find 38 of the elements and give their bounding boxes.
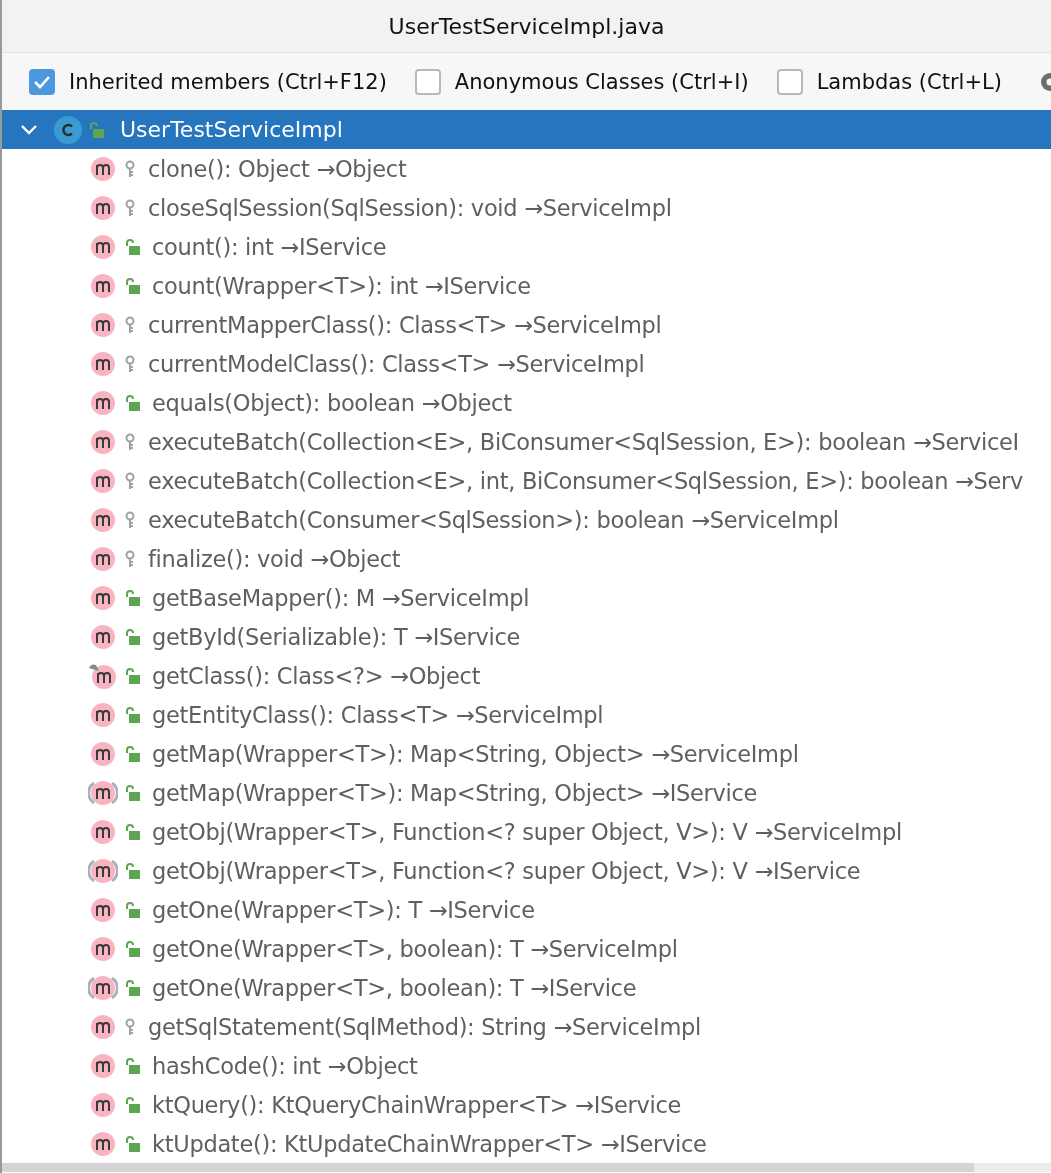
check-icon bbox=[33, 74, 51, 89]
member-name[interactable]: ktQuery(): KtQueryChainWrapper<T> →IService bbox=[152, 1091, 682, 1118]
checkbox-label: Lambdas (Ctrl+L) bbox=[816, 69, 1002, 94]
member-name[interactable]: closeSqlSession(SqlSession): void →ServiceImpl bbox=[148, 194, 672, 221]
member-name[interactable]: getEntityClass(): Class<T> →ServiceImpl bbox=[152, 701, 604, 728]
member-name[interactable]: count(Wrapper<T>): int →IService bbox=[152, 272, 531, 299]
checkbox[interactable] bbox=[414, 68, 441, 95]
member-name[interactable]: executeBatch(Consumer<SqlSession>): boolean →ServiceImpl bbox=[148, 506, 839, 533]
chevron-down-icon bbox=[20, 123, 38, 136]
member-name[interactable]: getOne(Wrapper<T>, boolean): T →ServiceImpl bbox=[152, 935, 678, 962]
member-name[interactable]: getMap(Wrapper<T>): Map<String, Object> →ServiceImpl bbox=[152, 740, 799, 767]
member-name[interactable]: getObj(Wrapper<T>, Function<? super Object, V>): V →ServiceImpl bbox=[152, 818, 902, 845]
member-name[interactable]: getById(Serializable): T →IService bbox=[152, 623, 521, 650]
window-title: UserTestServiceImpl.java bbox=[2, 0, 1051, 53]
class-icon bbox=[54, 115, 82, 144]
member-name[interactable]: getOne(Wrapper<T>, boolean): T →IService bbox=[152, 974, 637, 1001]
member-name[interactable]: getClass(): Class<?> →Object bbox=[152, 662, 481, 689]
member-name[interactable]: hashCode(): int →Object bbox=[152, 1052, 418, 1079]
member-name[interactable]: getSqlStatement(SqlMethod): String →ServiceImpl bbox=[148, 1013, 701, 1040]
checkbox[interactable] bbox=[29, 68, 55, 95]
member-name[interactable]: clone(): Object →Object bbox=[148, 155, 407, 182]
member-name[interactable]: executeBatch(Collection<E>, BiConsumer<SqlSession, E>): boolean →ServiceI bbox=[148, 428, 1019, 455]
checkbox-label: Inherited members (Ctrl+F12) bbox=[69, 69, 387, 94]
member-name[interactable]: getMap(Wrapper<T>): Map<String, Object> →IService bbox=[152, 779, 758, 806]
checkbox[interactable] bbox=[776, 68, 803, 95]
member-name[interactable]: currentModelClass(): Class<T> →ServiceImpl bbox=[148, 350, 645, 377]
member-name[interactable]: finalize(): void →Object bbox=[148, 545, 401, 572]
member-name[interactable]: equals(Object): boolean →Object bbox=[152, 389, 512, 416]
member-name[interactable]: executeBatch(Collection<E>, int, BiConsumer<SqlSession, E>): boolean →Serv bbox=[148, 467, 1024, 494]
tree-row[interactable]: UserTestServiceImpl bbox=[2, 110, 1051, 149]
member-name[interactable]: getObj(Wrapper<T>, Function<? super Object, V>): V →IService bbox=[152, 857, 861, 884]
class-name: UserTestServiceImpl bbox=[120, 117, 343, 142]
member-name[interactable]: getBaseMapper(): M →ServiceImpl bbox=[152, 584, 530, 611]
member-name[interactable]: ktUpdate(): KtUpdateChainWrapper<T> →IService bbox=[152, 1130, 707, 1157]
member-name[interactable]: count(): int →IService bbox=[152, 233, 387, 260]
member-name[interactable]: getOne(Wrapper<T>): T →IService bbox=[152, 896, 535, 923]
member-name[interactable]: currentMapperClass(): Class<T> →ServiceImpl bbox=[148, 311, 662, 338]
checkbox-label: Anonymous Classes (Ctrl+I) bbox=[454, 69, 749, 94]
